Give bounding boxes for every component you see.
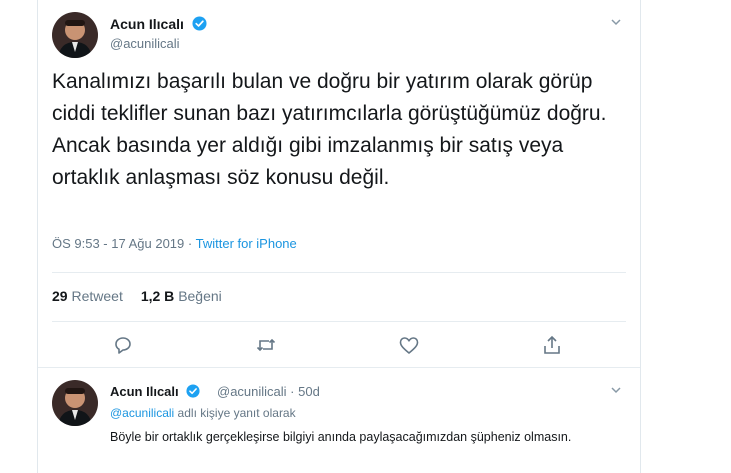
tweet-stats: 29 Retweet 1,2 B Beğeni (52, 288, 222, 304)
reply-author-handle[interactable]: @acunilicali (217, 384, 287, 399)
reply-time[interactable]: 50d (298, 384, 320, 399)
reply-button[interactable] (111, 333, 135, 357)
replying-to: @acunilicali adlı kişiye yanıt olarak (110, 406, 296, 420)
author-name[interactable]: Acun Ilıcalı (110, 16, 207, 32)
retweet-icon (256, 338, 276, 352)
like-icon (399, 337, 419, 354)
retweets-count: 29 (52, 288, 68, 304)
avatar[interactable] (52, 12, 98, 58)
reply-tweet[interactable]: Acun Ilıcalı @acunilicali · 50d @acunili… (38, 367, 640, 473)
reply-author-name[interactable]: Acun Ilıcalı (110, 384, 200, 399)
profile-photo-icon (52, 12, 98, 58)
reply-icon (115, 337, 131, 354)
tweet-source[interactable]: Twitter for iPhone (196, 236, 297, 251)
reply-text: Böyle bir ortaklık gerçekleşirse bilgiyi… (110, 430, 572, 444)
tweet-card: Acun Ilıcalı @acunilicali Kanalımızı baş… (37, 0, 641, 473)
verified-badge-icon (186, 384, 200, 398)
share-button[interactable] (540, 333, 564, 357)
likes-stat[interactable]: 1,2 B Beğeni (141, 288, 222, 304)
replying-to-suffix: adlı kişiye yanıt olarak (174, 406, 296, 420)
retweets-stat[interactable]: 29 Retweet (52, 288, 123, 304)
tweet-meta: ÖS 9:53 - 17 Ağu 2019 · Twitter for iPho… (52, 236, 297, 251)
divider (52, 321, 626, 322)
chevron-down-icon[interactable] (610, 384, 622, 396)
tweet-text: Kanalımızı başarılı bulan ve doğru bir y… (52, 70, 607, 189)
meta-separator: · (184, 236, 196, 251)
verified-badge-icon (192, 16, 207, 31)
share-icon (544, 335, 560, 354)
reply-avatar[interactable] (52, 380, 98, 426)
reply-author-meta: @acunilicali · 50d (217, 384, 320, 399)
timestamp[interactable]: ÖS 9:53 - 17 Ağu 2019 (52, 236, 184, 251)
author-handle[interactable]: @acunilicali (110, 36, 180, 51)
retweets-label: Retweet (71, 288, 123, 304)
author-name-text: Acun Ilıcalı (110, 16, 184, 32)
reply-time-separator: · (286, 384, 299, 399)
likes-label: Beğeni (178, 288, 222, 304)
retweet-button[interactable] (254, 333, 278, 357)
profile-photo-icon (52, 380, 98, 426)
reply-author-name-text: Acun Ilıcalı (110, 384, 179, 399)
divider (52, 272, 626, 273)
like-button[interactable] (397, 333, 421, 357)
chevron-down-icon[interactable] (610, 16, 622, 28)
replying-to-handle[interactable]: @acunilicali (110, 406, 174, 420)
likes-count: 1,2 B (140, 288, 175, 304)
